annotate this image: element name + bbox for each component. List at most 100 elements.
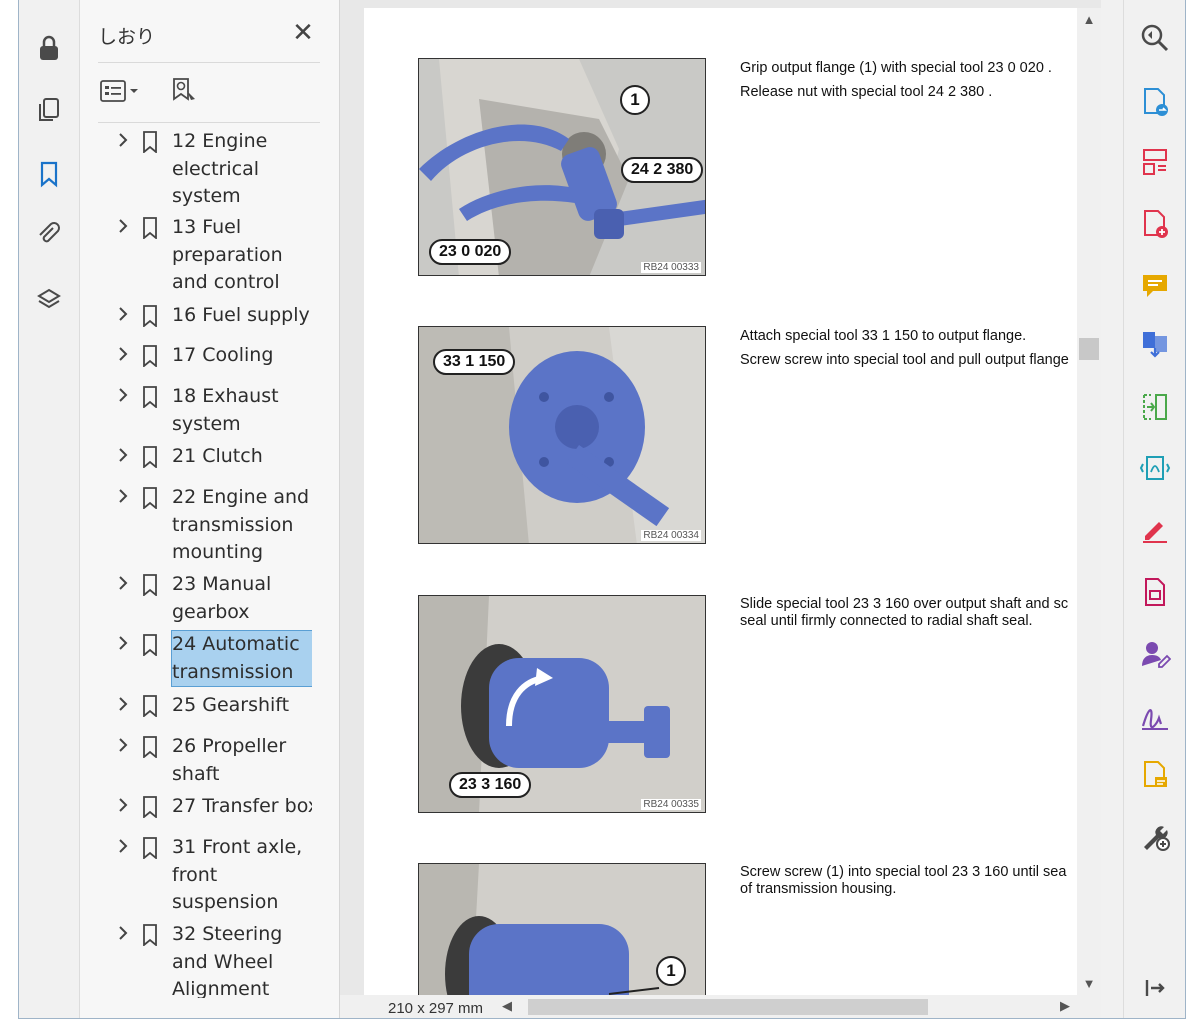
- bookmark-flag-icon: [143, 695, 157, 717]
- tool-callout: 23 0 020: [429, 239, 512, 265]
- pages-icon[interactable]: [31, 92, 67, 128]
- find-bookmark-button[interactable]: [170, 74, 200, 108]
- figure-image: 23 0 020 24 2 380 1 RB24 00333: [418, 58, 706, 276]
- step-text: Attach special tool 33 1 150 to output f…: [740, 324, 1077, 372]
- left-tool-rail: [19, 0, 80, 1018]
- bookmark-label: 13 Fuel preparation and control: [172, 216, 283, 293]
- chevron-right-icon[interactable]: [116, 345, 130, 363]
- scroll-right-icon[interactable]: ▶: [1060, 998, 1070, 1014]
- scrollbar-thumb[interactable]: [1079, 338, 1099, 360]
- step-line: Grip output flange (1) with special tool…: [740, 60, 1052, 76]
- collapse-panel-icon[interactable]: [1137, 970, 1173, 1006]
- chevron-right-icon[interactable]: [116, 305, 130, 323]
- bookmark-flag-icon: [143, 305, 157, 327]
- chevron-right-icon[interactable]: [116, 736, 130, 754]
- scroll-left-icon[interactable]: ◀: [502, 998, 512, 1014]
- chevron-right-icon[interactable]: [116, 695, 130, 713]
- bookmark-label: 12 Engine electrical system: [172, 130, 268, 207]
- figure-code: RB24 00334: [641, 530, 701, 541]
- step-line: Slide special tool 23 3 160 over output …: [740, 596, 1069, 612]
- bookmark-label: 26 Propeller shaft: [172, 735, 287, 785]
- bookmark-label: 23 Manual gearbox: [172, 573, 272, 623]
- create-pdf-icon[interactable]: [1137, 206, 1173, 242]
- chevron-right-icon[interactable]: [116, 446, 130, 464]
- sign-icon[interactable]: [1137, 698, 1173, 734]
- status-bar: 210 x 297 mm ◀ ▶: [340, 995, 1101, 1018]
- step-line: of transmission housing.: [740, 881, 897, 897]
- horizontal-scrollbar[interactable]: ◀ ▶: [498, 995, 1078, 1018]
- bookmark-label: 21 Clutch: [172, 445, 263, 467]
- bookmark-label: 24 Automatic transmission: [171, 630, 312, 687]
- combine-files-icon[interactable]: [1137, 326, 1173, 362]
- right-tools-rail: [1101, 0, 1185, 1018]
- organize-pages-icon[interactable]: [1137, 144, 1173, 180]
- chevron-down-icon: [130, 89, 138, 93]
- step-text: Slide special tool 23 3 160 over output …: [740, 596, 1077, 630]
- edit-pdf-icon[interactable]: [1137, 574, 1173, 610]
- bookmark-flag-icon: [143, 796, 157, 818]
- bookmark-flag-icon: [143, 487, 157, 509]
- bookmark-label: 18 Exhaust system: [172, 385, 279, 435]
- step-line: Screw screw (1) into special tool 23 3 1…: [740, 864, 1067, 880]
- scroll-down-icon[interactable]: ▼: [1077, 976, 1101, 991]
- page-size-label: 210 x 297 mm: [388, 1000, 484, 1017]
- bookmark-flag-icon: [143, 217, 157, 239]
- chevron-right-icon[interactable]: [116, 796, 130, 814]
- send-for-review-icon[interactable]: [1137, 757, 1173, 793]
- step-line: seal until firmly connected to radial sh…: [740, 613, 1033, 629]
- part-number-callout: 1: [620, 85, 650, 115]
- chevron-right-icon[interactable]: [116, 487, 130, 505]
- bookmark-label: 16 Fuel supply: [172, 304, 310, 326]
- bookmark-label: 17 Cooling: [172, 344, 274, 366]
- scroll-up-icon[interactable]: ▲: [1077, 12, 1101, 27]
- bookmark-flag-icon: [143, 386, 157, 408]
- chevron-right-icon[interactable]: [116, 217, 130, 235]
- bookmark-flag-icon: [143, 924, 157, 946]
- bookmark-label: 22 Engine and transmission mounting: [172, 486, 310, 563]
- export-pdf-icon[interactable]: [1137, 84, 1173, 120]
- chevron-right-icon[interactable]: [116, 574, 130, 592]
- bookmarks-panel: しおり ✕ 12 Engine electrical system 13 Fue…: [80, 0, 392, 1018]
- figure-code: RB24 00333: [641, 262, 701, 273]
- bookmark-flag-icon: [143, 131, 157, 153]
- chevron-right-icon[interactable]: [116, 131, 130, 149]
- step-text: Screw screw (1) into special tool 23 3 1…: [740, 864, 1077, 898]
- request-signature-icon[interactable]: [1137, 636, 1173, 672]
- more-tools-icon[interactable]: [1137, 818, 1173, 854]
- divider: [98, 62, 320, 63]
- convert-icon[interactable]: [1137, 450, 1173, 486]
- layers-icon[interactable]: [31, 282, 67, 318]
- chevron-right-icon[interactable]: [116, 924, 130, 942]
- reader-window: しおり ✕ 12 Engine electrical system 13 Fue…: [18, 0, 1186, 1019]
- compress-icon[interactable]: [1137, 389, 1173, 425]
- bookmark-label: 32 Steering and Wheel Alignment: [172, 923, 283, 998]
- pdf-page: 23 0 020 24 2 380 1 RB24 00333 Grip outp…: [364, 8, 1077, 995]
- figure-image: 1: [418, 863, 706, 995]
- bookmark-flag-icon: [143, 736, 157, 758]
- list-options-icon: [100, 80, 126, 102]
- tool-callout: 33 1 150: [433, 349, 516, 375]
- tool-callout: 24 2 380: [621, 157, 704, 183]
- chevron-right-icon[interactable]: [116, 837, 130, 855]
- attachment-icon[interactable]: [31, 216, 67, 252]
- scrollbar-thumb[interactable]: [528, 999, 928, 1015]
- zoom-icon[interactable]: [1137, 20, 1173, 56]
- chevron-right-icon[interactable]: [116, 634, 130, 652]
- bookmark-flag-icon: [143, 574, 157, 596]
- figure-image: 23 3 160 RB24 00335: [418, 595, 706, 813]
- bookmark-flag-icon: [143, 345, 157, 367]
- bookmark-flag-icon: [143, 446, 157, 468]
- comment-icon[interactable]: [1137, 268, 1173, 304]
- chevron-right-icon[interactable]: [116, 386, 130, 404]
- bookmark-icon[interactable]: [31, 156, 67, 192]
- lock-icon[interactable]: [31, 30, 67, 66]
- bookmark-label: 27 Transfer box: [172, 795, 312, 817]
- bookmark-flag-icon: [143, 837, 157, 859]
- document-scrollbar[interactable]: ▲ ▼: [1077, 8, 1101, 995]
- step-line: Release nut with special tool 24 2 380 .: [740, 84, 993, 100]
- fill-sign-icon[interactable]: [1137, 512, 1173, 548]
- part-number-callout: 1: [656, 956, 686, 986]
- bookmark-options-button[interactable]: [100, 74, 140, 108]
- tool-callout: 23 3 160: [449, 772, 532, 798]
- close-icon[interactable]: ✕: [290, 20, 316, 46]
